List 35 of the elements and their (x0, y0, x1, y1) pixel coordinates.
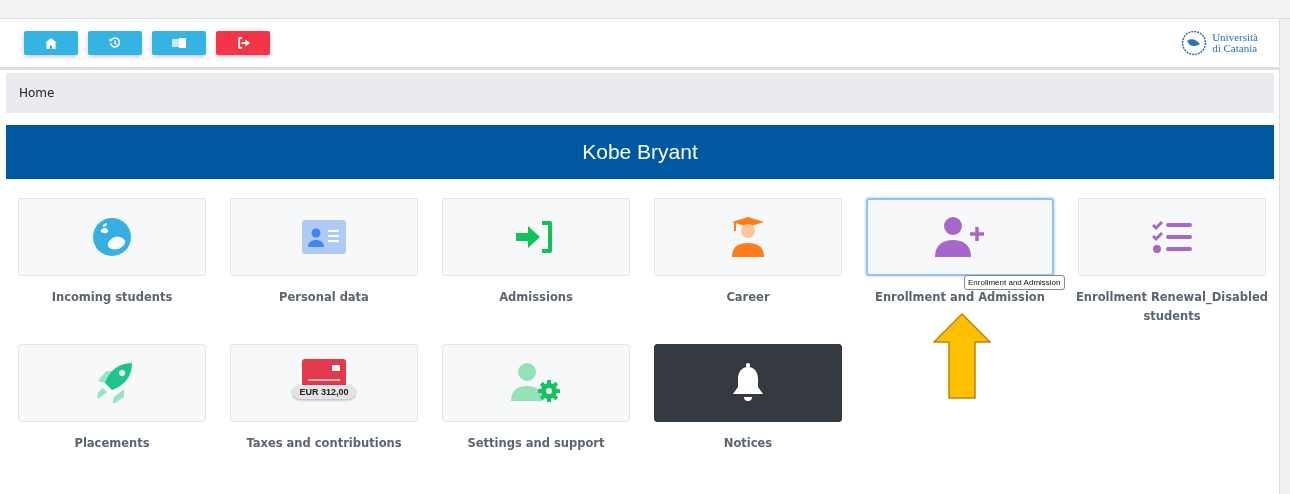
history-icon (109, 37, 121, 49)
menu-tile[interactable]: EUR 312,00 (230, 344, 418, 422)
amount-badge: EUR 312,00 (292, 385, 356, 399)
breadcrumb-link[interactable]: Home (19, 86, 55, 100)
menu-tile[interactable] (866, 198, 1054, 276)
graduate-icon (730, 217, 766, 257)
user-plus-icon (935, 217, 985, 257)
tile-label: Incoming students (50, 289, 174, 306)
home-icon (45, 37, 57, 49)
globe-icon (92, 217, 132, 257)
scrollbar[interactable] (1279, 19, 1290, 494)
history-button[interactable] (88, 31, 142, 55)
tile-label: Personal data (278, 289, 370, 306)
user-gear-icon (511, 363, 561, 403)
bell-icon (731, 363, 765, 403)
tile-label: Placements (73, 435, 151, 452)
tile-label: Taxes and contributions (245, 435, 403, 452)
tile-label: Enrollment Renewal_Disabled students (1075, 289, 1269, 325)
university-seal-icon (1181, 30, 1208, 56)
university-logo-text: Università di Catania (1212, 32, 1258, 54)
checklist-icon (1152, 220, 1192, 254)
tile-label: Settings and support (466, 435, 606, 452)
logout-button[interactable] (216, 31, 270, 55)
logout-icon (236, 37, 250, 49)
tile-label: Career (725, 289, 771, 306)
tooltip: Enrollment and Admission (964, 275, 1065, 290)
home-button[interactable] (24, 31, 78, 55)
id-card-icon (302, 220, 346, 254)
student-name: Kobe Bryant (582, 140, 698, 164)
tile-label: Notices (722, 435, 774, 452)
tile-label: Enrollment and Admission (874, 289, 1046, 306)
menu-tile[interactable] (654, 344, 842, 422)
tile-label: Admissions (498, 289, 574, 306)
card-icon (172, 38, 186, 48)
card-button[interactable] (152, 31, 206, 55)
